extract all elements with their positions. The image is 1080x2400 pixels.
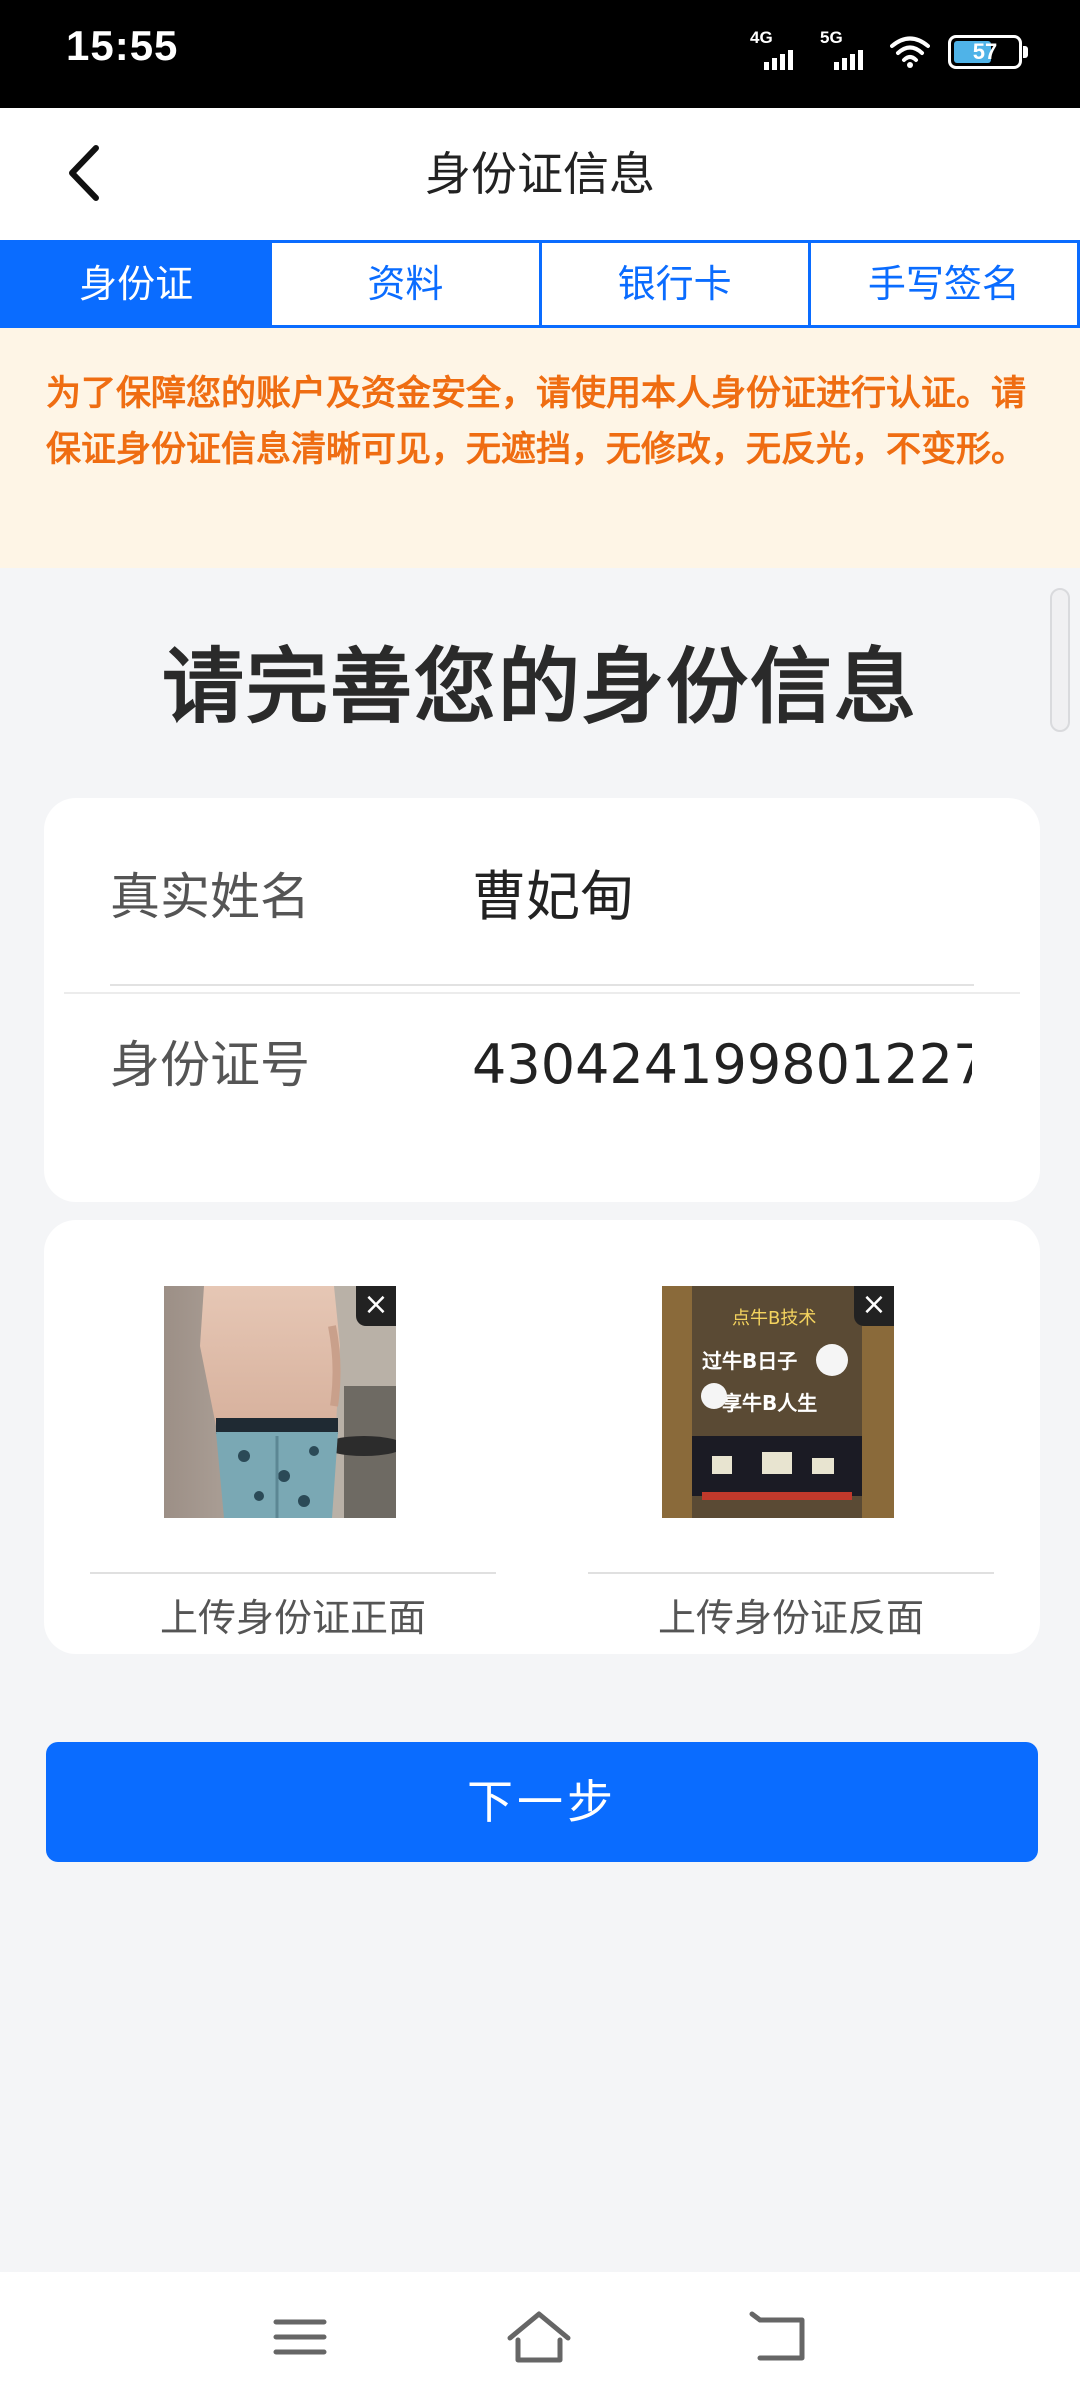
remove-back-photo-button[interactable]: × [854,1286,894,1326]
id-back-photo[interactable]: 点牛B技术 过牛B日子 享牛B人生 × [662,1286,894,1518]
wifi-icon [890,36,930,68]
tab-signature[interactable]: 手写签名 [807,243,1077,325]
home-icon [507,2311,571,2363]
system-home-button[interactable] [504,2306,574,2368]
battery-level: 57 [972,39,998,64]
battery-icon: 57 [948,35,1028,69]
name-label: 真实姓名 [110,868,310,926]
upload-front-label: 上传身份证正面 [159,1596,426,1640]
id-row: 身份证号 43042419980122727 [44,980,1040,1150]
header: 身份证信息 [0,108,1080,240]
tab-bar: 身份证 资料 银行卡 手写签名 [0,240,1080,328]
section-heading: 请完善您的身份信息 [161,640,918,735]
system-menu-button[interactable] [266,2306,336,2368]
upload-front-slot[interactable]: × 上传身份证正面 [90,1220,496,1654]
upload-back-slot[interactable]: 点牛B技术 过牛B日子 享牛B人生 × 上传身份证反面 [588,1220,994,1654]
identity-form-card: 真实姓名 曹妃甸 身份证号 43042419980122727 [44,798,1040,1202]
upload-card: × 上传身份证正面 点牛B技术 过牛B日子 享牛B人生 × 上传身份证反面 [44,1220,1040,1654]
close-icon: × [861,1287,887,1322]
name-input[interactable]: 曹妃甸 [472,812,972,982]
upload-back-label: 上传身份证反面 [657,1596,924,1640]
status-icons: 4G 5G 57 [750,28,1028,74]
id-number-input[interactable]: 43042419980122727 [472,980,972,1150]
security-notice: 为了保障您的账户及资金安全，请使用本人身份证进行认证。请保证身份证信息清晰可见，… [0,328,1080,568]
back-image-text-3: 享牛B人生 [722,1391,817,1415]
name-row: 真实姓名 曹妃甸 [44,812,1040,986]
back-button[interactable] [52,138,122,208]
upload-back-underline [588,1572,994,1574]
next-step-button[interactable]: 下一步 [46,1742,1038,1862]
id-label: 身份证号 [110,1036,310,1094]
signal-4g-icon: 4G [750,28,802,72]
system-back-button[interactable] [746,2306,816,2368]
back-image-text-1: 点牛B技术 [732,1308,816,1329]
tab-profile[interactable]: 资料 [269,243,538,325]
tab-bank-card[interactable]: 银行卡 [538,243,808,325]
back-icon [749,2311,805,2361]
upload-front-underline [90,1572,496,1574]
status-time: 15:55 [66,22,179,69]
id-front-photo[interactable]: × [164,1286,396,1518]
close-icon: × [363,1287,389,1322]
system-navigation-bar [0,2272,1080,2400]
page-title: 身份证信息 [425,147,655,201]
back-image-text-2: 过牛B日子 [702,1349,797,1373]
remove-front-photo-button[interactable]: × [356,1286,396,1326]
tab-id-card[interactable]: 身份证 [3,243,270,325]
chevron-left-icon [69,145,99,201]
status-bar: 15:55 4G 5G 57 [0,0,1080,108]
menu-icon [273,2319,327,2355]
signal-5g-icon: 5G [820,28,872,72]
